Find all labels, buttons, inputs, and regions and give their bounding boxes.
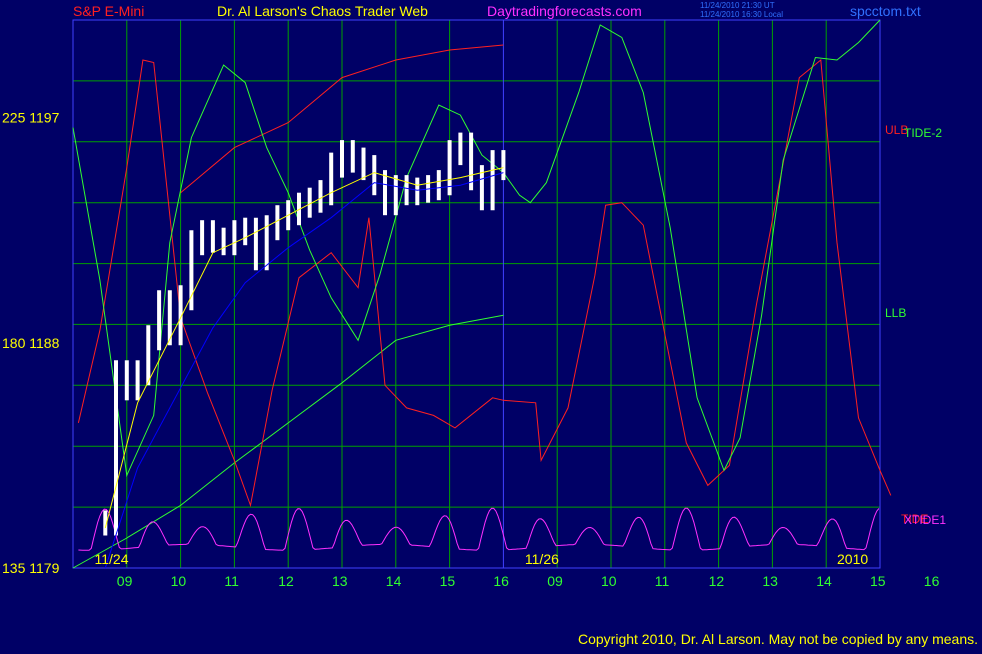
file-name: spcctom.txt	[850, 3, 921, 19]
y-axis-label: 225 1197	[2, 110, 60, 126]
series-label-tide-2: TIDE-2	[904, 126, 942, 140]
x-axis-tick-label: 15	[870, 573, 886, 589]
series-label-llb: LLB	[885, 306, 906, 320]
x-axis-tick-label: 11	[655, 573, 670, 589]
instrument-label: S&P E-Mini	[73, 3, 144, 19]
date-label: 2010	[837, 551, 868, 567]
chaos-trader-chart: S&P E-Mini Dr. Al Larson's Chaos Trader …	[0, 0, 982, 650]
x-axis-tick-label: 11	[224, 573, 239, 589]
x-axis-tick-label: 15	[440, 573, 456, 589]
chart-title: Dr. Al Larson's Chaos Trader Web	[217, 3, 428, 19]
copyright-notice: Copyright 2010, Dr. Al Larson. May not b…	[578, 631, 978, 647]
x-axis-tick-label: 13	[332, 573, 348, 589]
x-axis-tick-label: 12	[709, 573, 725, 589]
timestamp-local: 11/24/2010 16:30 Local	[700, 10, 783, 19]
x-axis-tick-label: 10	[601, 573, 617, 589]
site-name: Daytradingforecasts.com	[487, 3, 642, 19]
x-axis-tick-label: 14	[386, 573, 402, 589]
x-axis-tick-label: 16	[493, 573, 509, 589]
x-axis-tick-label: 09	[547, 573, 563, 589]
y-axis-label: 180 1188	[2, 335, 60, 351]
date-label: 11/24	[95, 551, 129, 567]
x-axis-tick-label: 12	[278, 573, 294, 589]
chart-container: S&P E-Mini Dr. Al Larson's Chaos Trader …	[0, 0, 982, 650]
x-axis-tick-label: 14	[816, 573, 832, 589]
chart-background	[0, 0, 982, 650]
date-label: 11/26	[525, 551, 559, 567]
timestamp-ut: 11/24/2010 21:30 UT	[700, 1, 775, 10]
x-axis-tick-label: 10	[171, 573, 187, 589]
x-axis-tick-label: 09	[117, 573, 133, 589]
x-axis-tick-label: 16	[924, 573, 940, 589]
x-axis-tick-label: 13	[762, 573, 778, 589]
series-label-xtide1: XTIDE1	[904, 513, 946, 527]
y-axis-label: 135 1179	[2, 560, 60, 576]
